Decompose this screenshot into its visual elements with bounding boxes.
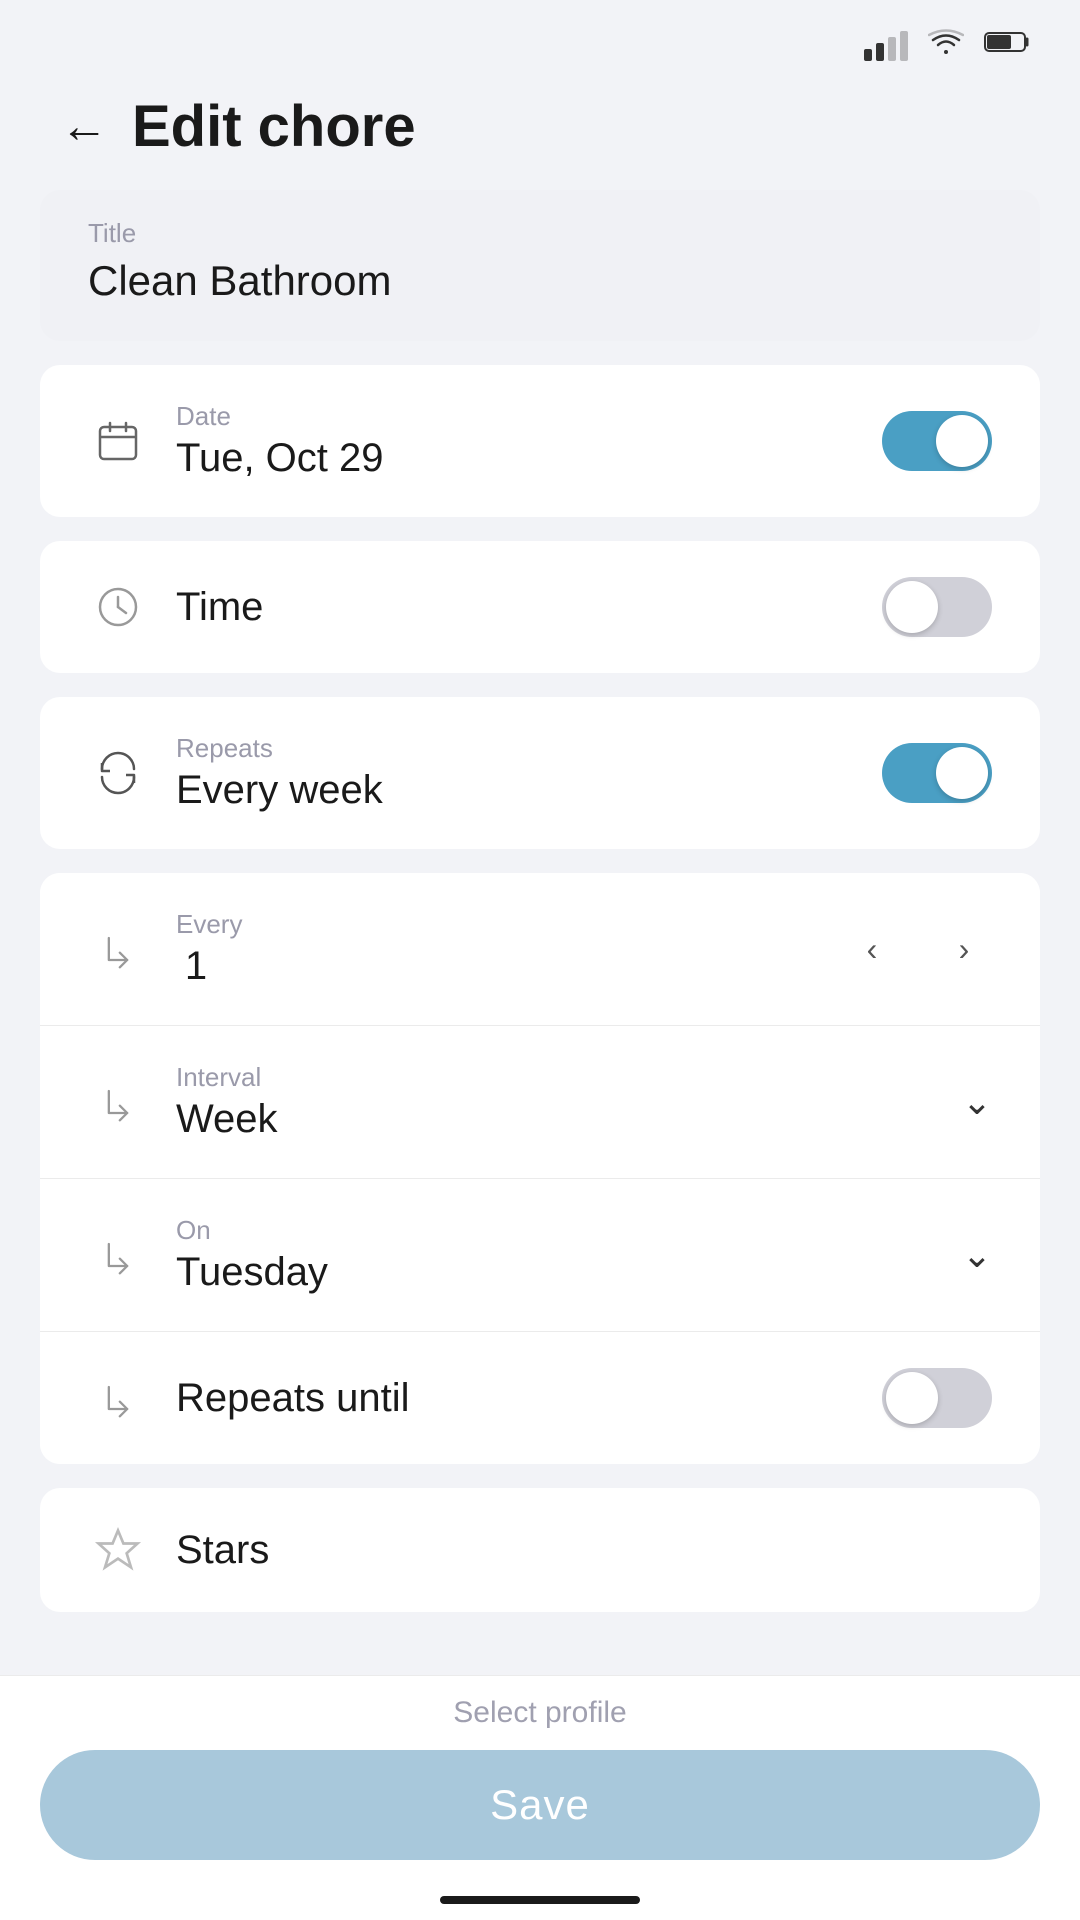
page-title: Edit chore xyxy=(132,93,416,160)
bottom-area: Select profile Save xyxy=(0,1675,1080,1920)
stars-text: Stars xyxy=(176,1528,992,1573)
date-toggle[interactable] xyxy=(882,411,992,471)
calendar-icon xyxy=(88,417,148,465)
title-label: Title xyxy=(88,218,992,249)
redirect-icon-on xyxy=(88,1233,148,1277)
on-chevron-icon[interactable]: ⌄ xyxy=(962,1234,992,1276)
repeats-toggle[interactable] xyxy=(882,743,992,803)
repeats-label: Repeats xyxy=(176,733,854,764)
date-row[interactable]: Date Tue, Oct 29 xyxy=(40,365,1040,517)
header: ← Edit chore xyxy=(0,73,1080,190)
time-value: Time xyxy=(176,585,854,630)
on-value: Tuesday xyxy=(176,1250,934,1295)
repeats-value: Every week xyxy=(176,768,854,813)
date-card: Date Tue, Oct 29 xyxy=(40,365,1040,517)
interval-chevron-icon[interactable]: ⌄ xyxy=(962,1081,992,1123)
on-text: On Tuesday xyxy=(176,1215,934,1295)
stars-value: Stars xyxy=(176,1528,992,1573)
title-field[interactable]: Title Clean Bathroom xyxy=(40,190,1040,341)
time-row[interactable]: Time xyxy=(40,541,1040,673)
repeats-until-value: Repeats until xyxy=(176,1376,854,1421)
time-toggle[interactable] xyxy=(882,577,992,637)
redirect-icon-interval xyxy=(88,1080,148,1124)
time-card: Time xyxy=(40,541,1040,673)
back-button[interactable]: ← xyxy=(60,103,108,151)
on-row[interactable]: On Tuesday ⌄ xyxy=(40,1179,1040,1332)
repeats-until-text: Repeats until xyxy=(176,1376,854,1421)
interval-row[interactable]: Interval Week ⌄ xyxy=(40,1026,1040,1179)
every-prev-button[interactable]: ‹ xyxy=(844,921,900,977)
redirect-icon-until xyxy=(88,1376,148,1420)
repeats-until-row[interactable]: Repeats until xyxy=(40,1332,1040,1464)
interval-text: Interval Week xyxy=(176,1062,934,1142)
interval-value: Week xyxy=(176,1097,934,1142)
save-button[interactable]: Save xyxy=(40,1750,1040,1860)
repeats-text: Repeats Every week xyxy=(176,733,854,813)
repeats-card: Repeats Every week xyxy=(40,697,1040,849)
repeat-icon xyxy=(88,749,148,797)
every-text: Every 1 xyxy=(176,909,816,989)
every-row[interactable]: Every 1 ‹ › xyxy=(40,873,1040,1026)
stars-row[interactable]: Stars xyxy=(40,1488,1040,1612)
select-profile-label: Select profile xyxy=(40,1696,1040,1730)
every-value: 1 xyxy=(176,944,216,989)
battery-icon xyxy=(984,30,1032,59)
date-value: Tue, Oct 29 xyxy=(176,436,854,481)
star-icon xyxy=(88,1524,148,1576)
stars-card: Stars xyxy=(40,1488,1040,1612)
clock-icon xyxy=(88,583,148,631)
repeats-until-toggle[interactable] xyxy=(882,1368,992,1428)
redirect-icon-every xyxy=(88,927,148,971)
repeats-row[interactable]: Repeats Every week xyxy=(40,697,1040,849)
time-text: Time xyxy=(176,585,854,630)
date-text: Date Tue, Oct 29 xyxy=(176,401,854,481)
repeat-settings-card: Every 1 ‹ › Interval Week ⌄ xyxy=(40,873,1040,1464)
status-bar xyxy=(0,0,1080,73)
wifi-icon xyxy=(928,28,964,61)
every-label: Every xyxy=(176,909,816,940)
title-value: Clean Bathroom xyxy=(88,257,992,305)
date-label: Date xyxy=(176,401,854,432)
home-indicator xyxy=(440,1896,640,1904)
on-label: On xyxy=(176,1215,934,1246)
stepper: ‹ › xyxy=(844,921,992,977)
interval-label: Interval xyxy=(176,1062,934,1093)
signal-icon xyxy=(864,29,908,61)
every-next-button[interactable]: › xyxy=(936,921,992,977)
